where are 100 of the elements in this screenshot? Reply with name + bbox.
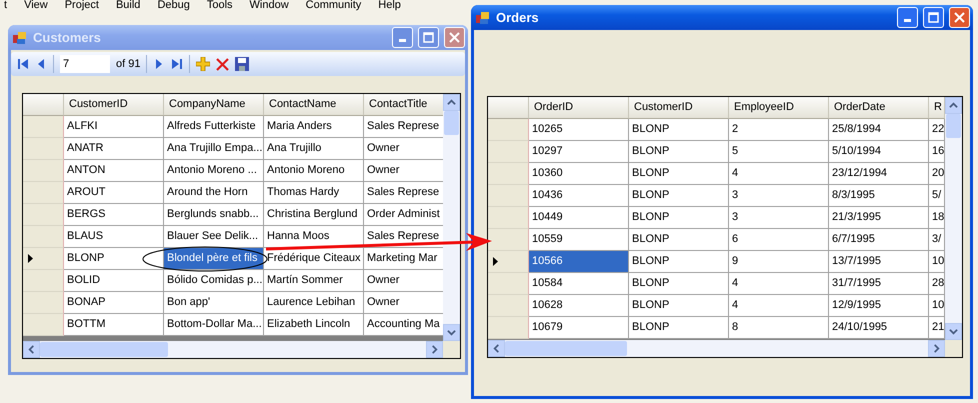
table-cell[interactable]: 23/12/1994 [829,163,929,185]
table-cell[interactable]: Alfreds Futterkiste [164,116,264,138]
table-cell[interactable]: 24/10/1995 [829,317,929,339]
table-cell[interactable]: BOLID [64,270,164,292]
table-cell[interactable]: Order Administ [364,204,443,226]
scrollbar-thumb[interactable] [505,341,627,356]
close-button[interactable] [949,7,970,28]
scrollbar-thumb[interactable] [40,342,168,357]
column-header[interactable]: CustomerID [629,97,729,119]
first-record-icon[interactable] [17,58,29,70]
table-cell[interactable]: BLONP [629,251,729,273]
table-cell[interactable]: BLONP [64,248,164,270]
table-cell[interactable]: Elizabeth Lincoln [264,314,364,336]
table-cell[interactable]: Laurence Lebihan [264,292,364,314]
scroll-up-button[interactable] [443,94,460,111]
table-cell[interactable]: BLONP [629,229,729,251]
table-cell[interactable]: 18 [929,207,945,229]
menu-item[interactable]: View [24,0,48,10]
table-cell[interactable]: Martín Sommer [264,270,364,292]
table-cell[interactable]: 20 [929,163,945,185]
table-cell[interactable]: 22 [929,119,945,141]
horizontal-scrollbar[interactable] [488,340,945,357]
table-cell[interactable]: 31/7/1995 [829,273,929,295]
table-cell[interactable]: 10566 [529,251,629,273]
table-cell[interactable]: 10436 [529,185,629,207]
table-cell[interactable]: 5 [729,141,829,163]
menu-item[interactable]: Tools [206,0,233,10]
table-cell[interactable]: Hanna Moos [264,226,364,248]
table-cell[interactable]: BERGS [64,204,164,226]
column-header[interactable]: R [929,97,945,119]
table-cell[interactable]: BLONP [629,207,729,229]
row-header[interactable] [23,248,64,270]
table-cell[interactable]: 10 [929,295,945,317]
table-cell[interactable]: BLONP [629,163,729,185]
table-cell[interactable]: 10584 [529,273,629,295]
column-header[interactable]: ContactTitle [364,94,443,116]
table-cell[interactable]: 10559 [529,229,629,251]
table-cell[interactable]: BLONP [629,185,729,207]
table-cell[interactable]: 4 [729,273,829,295]
table-cell[interactable]: BLONP [629,119,729,141]
table-cell[interactable]: 10 [929,251,945,273]
scroll-left-button[interactable] [488,340,505,357]
table-cell[interactable]: Marketing Mar [364,248,443,270]
scroll-right-button[interactable] [928,340,945,357]
table-cell[interactable]: 4 [729,163,829,185]
delete-icon[interactable] [216,58,230,70]
table-cell[interactable]: 5/ [929,185,945,207]
table-cell[interactable]: 10265 [529,119,629,141]
column-header[interactable]: OrderDate [829,97,929,119]
table-cell[interactable]: Antonio Moreno ... [164,160,264,182]
menu-item[interactable]: Debug [157,0,190,10]
table-cell[interactable]: 10679 [529,317,629,339]
scroll-right-button[interactable] [426,341,443,358]
table-cell[interactable]: Berglunds snabb... [164,204,264,226]
minimize-button[interactable] [392,27,413,48]
table-cell[interactable]: Bottom-Dollar Ma... [164,314,264,336]
table-cell[interactable]: BLAUS [64,226,164,248]
table-cell[interactable]: 10360 [529,163,629,185]
vertical-scrollbar[interactable] [945,97,962,340]
menu-item[interactable]: Window [250,0,289,10]
maximize-button[interactable] [418,27,439,48]
menu-item[interactable]: Help [378,0,401,10]
table-cell[interactable]: ANATR [64,138,164,160]
table-cell[interactable]: 21/3/1995 [829,207,929,229]
table-cell[interactable]: 3 [729,207,829,229]
table-cell[interactable]: ALFKI [64,116,164,138]
scroll-down-button[interactable] [443,324,460,341]
column-header[interactable]: CustomerID [64,94,164,116]
table-cell[interactable]: Bólido Comidas p... [164,270,264,292]
close-button[interactable] [444,27,465,48]
table-cell[interactable]: 28 [929,273,945,295]
menu-item[interactable]: t [4,0,8,10]
vertical-scrollbar[interactable] [443,94,460,341]
table-cell[interactable]: 12/9/1995 [829,295,929,317]
table-cell[interactable]: Thomas Hardy [264,182,364,204]
menu-item[interactable]: Build [116,0,140,10]
save-icon[interactable] [235,57,250,71]
maximize-button[interactable] [923,7,944,28]
table-cell[interactable]: Ana Trujillo [264,138,364,160]
column-header[interactable]: CompanyName [164,94,264,116]
table-cell[interactable]: Owner [364,292,443,314]
row-header[interactable] [488,251,529,273]
table-cell[interactable]: 21 [929,317,945,339]
table-cell[interactable]: BONAP [64,292,164,314]
table-cell[interactable]: 9 [729,251,829,273]
table-cell[interactable]: 6/7/1995 [829,229,929,251]
table-cell[interactable]: Accounting Ma [364,314,443,336]
table-cell[interactable]: BLONP [629,273,729,295]
table-cell[interactable]: 4 [729,295,829,317]
add-icon[interactable] [196,57,210,71]
table-cell[interactable]: Around the Horn [164,182,264,204]
table-cell[interactable]: 6 [729,229,829,251]
table-cell[interactable]: Sales Represe [364,116,443,138]
table-cell[interactable]: 2 [729,119,829,141]
column-header[interactable]: ContactName [264,94,364,116]
table-cell[interactable]: 8/3/1995 [829,185,929,207]
last-record-icon[interactable] [171,58,184,70]
table-cell[interactable]: Owner [364,138,443,160]
menu-item[interactable]: Project [64,0,99,10]
menu-item[interactable]: Community [306,0,362,10]
